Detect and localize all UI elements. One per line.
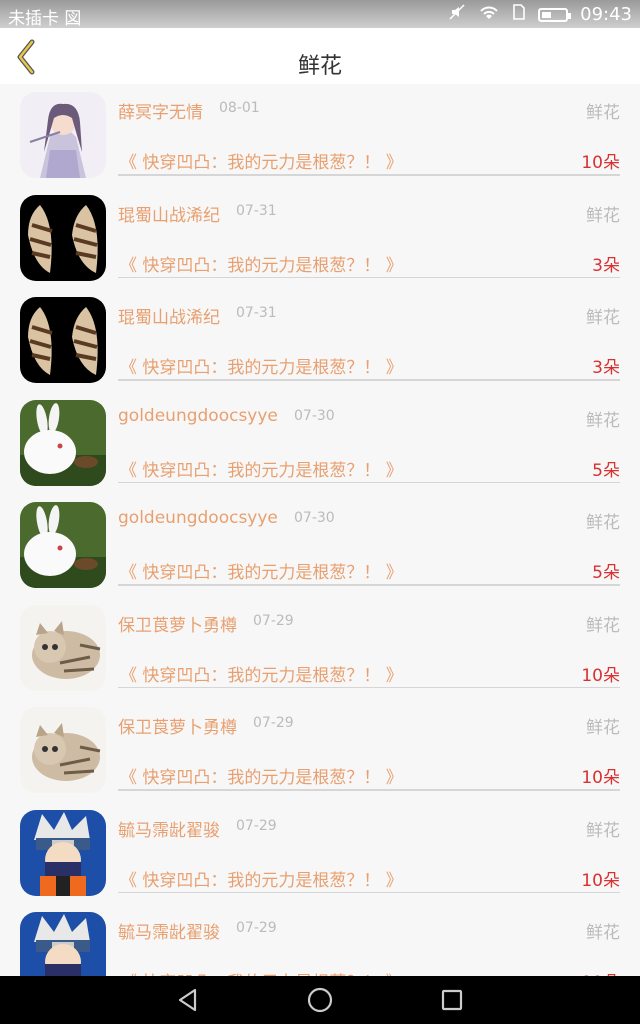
sender-name[interactable]: goldeungdoocsyye	[118, 406, 278, 426]
avatar[interactable]	[20, 912, 106, 976]
sender-name[interactable]: 保卫莨萝卜勇樽	[118, 611, 237, 636]
avatar[interactable]	[20, 194, 106, 281]
book-title-link[interactable]: 《 快穿凹凸：我的元力是根葱？！ 》	[120, 148, 403, 173]
divider	[118, 584, 620, 586]
book-title-link[interactable]: 《 快穿凹凸：我的元力是根葱？！ 》	[120, 251, 403, 276]
gift-date: 08-01	[219, 100, 260, 116]
divider	[118, 686, 620, 688]
book-title-link[interactable]: 《 快穿凹凸：我的元力是根葱？！ 》	[120, 456, 403, 481]
flower-count: 10朵	[581, 968, 620, 976]
avatar[interactable]	[20, 399, 106, 486]
sender-name[interactable]: 毓马霈龀翟骏	[118, 816, 220, 841]
list-item[interactable]: 薛冥字无情 08-01 鲜花 《 快穿凹凸：我的元力是根葱？！ 》 10朵	[0, 84, 640, 187]
gift-type: 鲜花	[586, 718, 620, 738]
gift-date: 07-29	[236, 817, 277, 834]
list-item[interactable]: 毓马霈龀翟骏 07-29 鲜花 《 快穿凹凸：我的元力是根葱？！ 》 10朵	[0, 904, 640, 976]
home-circle-icon	[307, 987, 333, 1013]
avatar[interactable]	[20, 92, 106, 178]
sim-icon	[512, 3, 526, 26]
wifi-icon	[478, 3, 500, 26]
page-title: 鲜花	[297, 54, 342, 79]
gift-type: 鲜花	[586, 513, 620, 533]
avatar[interactable]	[20, 604, 106, 691]
flower-count: 5朵	[592, 563, 620, 583]
flower-count: 10朵	[581, 153, 620, 173]
list-item[interactable]: 琨蜀山战浠纪 07-31 鲜花 《 快穿凹凸：我的元力是根葱？！ 》 3朵	[0, 187, 640, 290]
gift-date: 07-29	[253, 612, 294, 629]
list-item[interactable]: goldeungdoocsyye 07-30 鲜花 《 快穿凹凸：我的元力是根葱…	[0, 392, 640, 495]
list-item[interactable]: goldeungdoocsyye 07-30 鲜花 《 快穿凹凸：我的元力是根葱…	[0, 494, 640, 597]
book-title-link[interactable]: 《 快穿凹凸：我的元力是根葱？！ 》	[120, 763, 403, 788]
battery-icon	[538, 7, 572, 22]
gift-type: 鲜花	[586, 615, 620, 636]
book-title-link[interactable]: 《 快穿凹凸：我的元力是根葱？！ 》	[120, 661, 403, 686]
gift-type: 鲜花	[586, 820, 620, 841]
avatar[interactable]	[20, 297, 106, 383]
header-bar: 鲜花	[0, 28, 640, 84]
carrier-text: 未插卡 図	[8, 9, 82, 29]
divider	[118, 276, 620, 278]
sender-name[interactable]: 保卫莨萝卜勇樽	[118, 713, 237, 738]
gift-type: 鲜花	[586, 103, 620, 123]
flower-count: 3朵	[592, 358, 620, 378]
divider	[118, 789, 620, 791]
book-title-link[interactable]: 《 快穿凹凸：我的元力是根葱？！ 》	[120, 866, 403, 891]
divider	[118, 481, 620, 483]
flower-count: 3朵	[592, 255, 620, 276]
flower-count: 10朵	[581, 768, 620, 788]
flower-count: 10朵	[581, 665, 620, 686]
divider	[118, 379, 620, 381]
book-title-link[interactable]: 《 快穿凹凸：我的元力是根葱？！ 》	[120, 353, 403, 378]
avatar[interactable]	[20, 809, 106, 896]
gift-date: 07-31	[236, 202, 277, 219]
avatar[interactable]	[20, 502, 106, 588]
flower-count: 10朵	[581, 870, 620, 891]
avatar[interactable]	[20, 707, 106, 793]
sender-name[interactable]: 薛冥字无情	[118, 98, 203, 123]
sender-name[interactable]: 琨蜀山战浠纪	[118, 303, 220, 328]
mute-icon	[448, 3, 466, 26]
nav-back-button[interactable]	[158, 976, 218, 1024]
system-nav-bar	[0, 976, 640, 1024]
list-item[interactable]: 毓马霈龀翟骏 07-29 鲜花 《 快穿凹凸：我的元力是根葱？！ 》 10朵	[0, 802, 640, 905]
sender-name[interactable]: goldeungdoocsyye	[118, 508, 278, 528]
clock: 09:43	[580, 4, 632, 25]
list-item[interactable]: 保卫莨萝卜勇樽 07-29 鲜花 《 快穿凹凸：我的元力是根葱？！ 》 10朵	[0, 699, 640, 802]
divider	[118, 174, 620, 176]
nav-recents-button[interactable]	[422, 976, 482, 1024]
gift-type: 鲜花	[586, 308, 620, 328]
gift-date: 07-29	[236, 920, 277, 936]
flower-list[interactable]: 薛冥字无情 08-01 鲜花 《 快穿凹凸：我的元力是根葱？！ 》 10朵 琨蜀…	[0, 84, 640, 976]
flower-count: 5朵	[592, 460, 620, 481]
book-title-link[interactable]: 《 快穿凹凸：我的元力是根葱？！ 》	[120, 968, 403, 976]
gift-date: 07-31	[236, 305, 277, 321]
gift-type: 鲜花	[586, 410, 620, 431]
gift-date: 07-30	[294, 510, 335, 526]
list-item[interactable]: 保卫莨萝卜勇樽 07-29 鲜花 《 快穿凹凸：我的元力是根葱？！ 》 10朵	[0, 597, 640, 700]
nav-home-button[interactable]	[290, 976, 350, 1024]
list-item[interactable]: 琨蜀山战浠纪 07-31 鲜花 《 快穿凹凸：我的元力是根葱？！ 》 3朵	[0, 289, 640, 392]
sender-name[interactable]: 毓马霈龀翟骏	[118, 918, 220, 943]
gift-type: 鲜花	[586, 205, 620, 226]
status-bar: 未插卡 図 09:43	[0, 0, 640, 29]
sender-name[interactable]: 琨蜀山战浠纪	[118, 201, 220, 226]
gift-type: 鲜花	[586, 923, 620, 943]
divider	[118, 891, 620, 893]
back-triangle-icon	[178, 988, 197, 1012]
book-title-link[interactable]: 《 快穿凹凸：我的元力是根葱？！ 》	[120, 558, 403, 583]
recents-square-icon	[441, 989, 463, 1011]
gift-date: 07-29	[253, 715, 294, 731]
gift-date: 07-30	[294, 407, 335, 424]
